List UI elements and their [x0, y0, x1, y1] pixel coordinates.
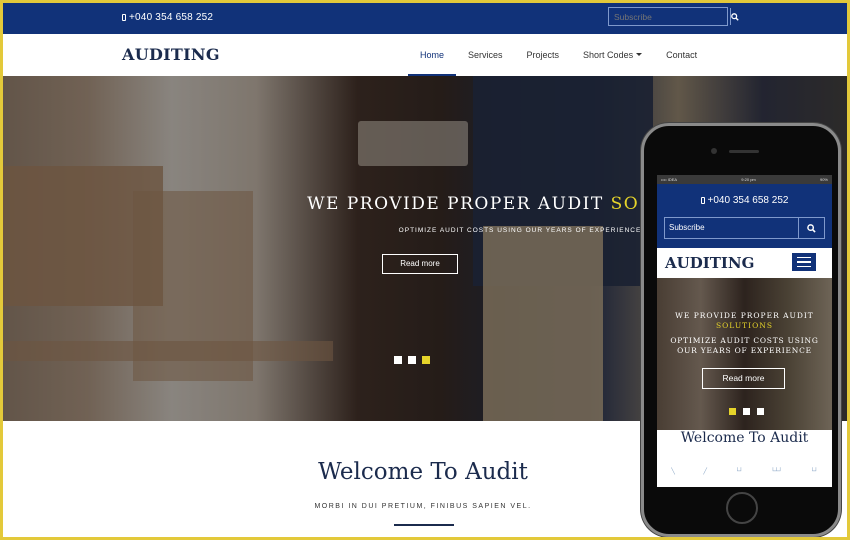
mobile-phone-icon: [122, 14, 126, 21]
subscribe-input[interactable]: [609, 8, 730, 25]
subscribe-form: [608, 7, 739, 26]
nav-item-short-codes-label: Short Codes: [583, 50, 634, 60]
phone-number: +040 354 658 252: [129, 12, 214, 23]
mobile-slider-dot-3[interactable]: [757, 408, 764, 415]
mobile-top-bar: +040 354 658 252 Subscribe: [657, 184, 832, 248]
mobile-phone-icon: [700, 197, 705, 204]
mobile-read-more-button[interactable]: Read more: [702, 368, 785, 389]
site-logo[interactable]: AUDITING: [122, 45, 220, 64]
welcome-section: Welcome To Audit MORBI IN DUI PRETIUM, F…: [3, 421, 643, 537]
phone-camera: [711, 148, 717, 154]
mobile-hero: WE PROVIDE PROPER AUDIT SOLUTIONS OPTIMIZ…: [657, 278, 832, 430]
mobile-hero-title-main: WE PROVIDE PROPER AUDIT: [675, 311, 814, 320]
slider-dot-1[interactable]: [394, 356, 402, 364]
phone-speaker: [729, 150, 759, 153]
nav-item-projects[interactable]: Projects: [515, 34, 572, 76]
nav-item-contact[interactable]: Contact: [654, 34, 709, 76]
mobile-logo[interactable]: AUDITING: [665, 254, 754, 272]
mobile-contact-phone: +040 354 658 252: [657, 195, 832, 206]
mobile-hero-title-highlight: SOLUTIONS: [716, 321, 773, 330]
hamburger-menu-icon[interactable]: [792, 253, 816, 271]
hero-title-main: WE PROVIDE PROPER AUDIT: [307, 194, 611, 214]
caret-down-icon: [636, 53, 643, 56]
subscribe-search-button[interactable]: [730, 8, 739, 25]
mobile-hero-title: WE PROVIDE PROPER AUDIT SOLUTIONS: [657, 311, 832, 331]
status-battery: 90%: [819, 177, 828, 182]
feature-icon: └┘: [810, 468, 818, 475]
phone-screen: •••• IDEA 9:20 pm 90% +040 354 658 252 S…: [657, 175, 832, 487]
welcome-title: Welcome To Audit: [318, 459, 528, 485]
nav-item-services[interactable]: Services: [456, 34, 515, 76]
mobile-phone-number: +040 354 658 252: [707, 195, 789, 206]
mobile-hero-subtitle: OPTIMIZE AUDIT COSTS USING OUR YEARS OF …: [670, 336, 819, 355]
feature-icon: ╲: [671, 468, 675, 475]
main-nav: AUDITING Home Services Projects Short Co…: [3, 34, 847, 76]
phone-home-button: [726, 492, 758, 524]
feature-icon: └┴┘: [771, 468, 783, 475]
nav-item-home[interactable]: Home: [408, 34, 457, 76]
feature-icon: ╱: [703, 468, 707, 475]
slider-dot-3[interactable]: [422, 356, 430, 364]
status-time: 9:20 pm: [741, 177, 756, 182]
mobile-search-button[interactable]: [798, 218, 824, 238]
nav-menu: Home Services Projects Short Codes Conta…: [408, 34, 709, 76]
read-more-button[interactable]: Read more: [382, 254, 458, 274]
feature-icon: └┘: [735, 468, 743, 475]
phone-mockup: •••• IDEA 9:20 pm 90% +040 354 658 252 S…: [641, 123, 841, 537]
contact-phone: +040 354 658 252: [122, 12, 213, 23]
mobile-feature-icons: ╲ ╱ └┘ └┴┘ └┘: [657, 468, 832, 475]
mobile-welcome-title: Welcome To Audit: [680, 430, 809, 446]
mobile-slider-dot-2[interactable]: [743, 408, 750, 415]
nav-item-short-codes[interactable]: Short Codes: [571, 34, 654, 76]
mobile-slider-dot-1[interactable]: [729, 408, 736, 415]
page-frame: +040 354 658 252 AUDITING Home Services …: [3, 3, 847, 537]
mobile-status-bar: •••• IDEA 9:20 pm 90%: [657, 175, 832, 184]
watermark: [40, 491, 42, 500]
welcome-divider: [394, 524, 454, 526]
slider-pagination: [394, 356, 430, 364]
mobile-slider-pagination: [729, 408, 764, 415]
top-bar: +040 354 658 252: [3, 3, 847, 34]
mobile-nav: AUDITING: [657, 248, 832, 278]
slider-dot-2[interactable]: [408, 356, 416, 364]
welcome-subtitle: MORBI IN DUI PRETIUM, FINIBUS SAPIEN VEL…: [314, 503, 532, 510]
search-icon: [731, 12, 739, 21]
search-icon: [807, 223, 816, 233]
status-carrier: •••• IDEA: [661, 177, 678, 182]
mobile-subscribe-input[interactable]: Subscribe: [665, 218, 798, 238]
mobile-subscribe-form: Subscribe: [664, 217, 825, 239]
